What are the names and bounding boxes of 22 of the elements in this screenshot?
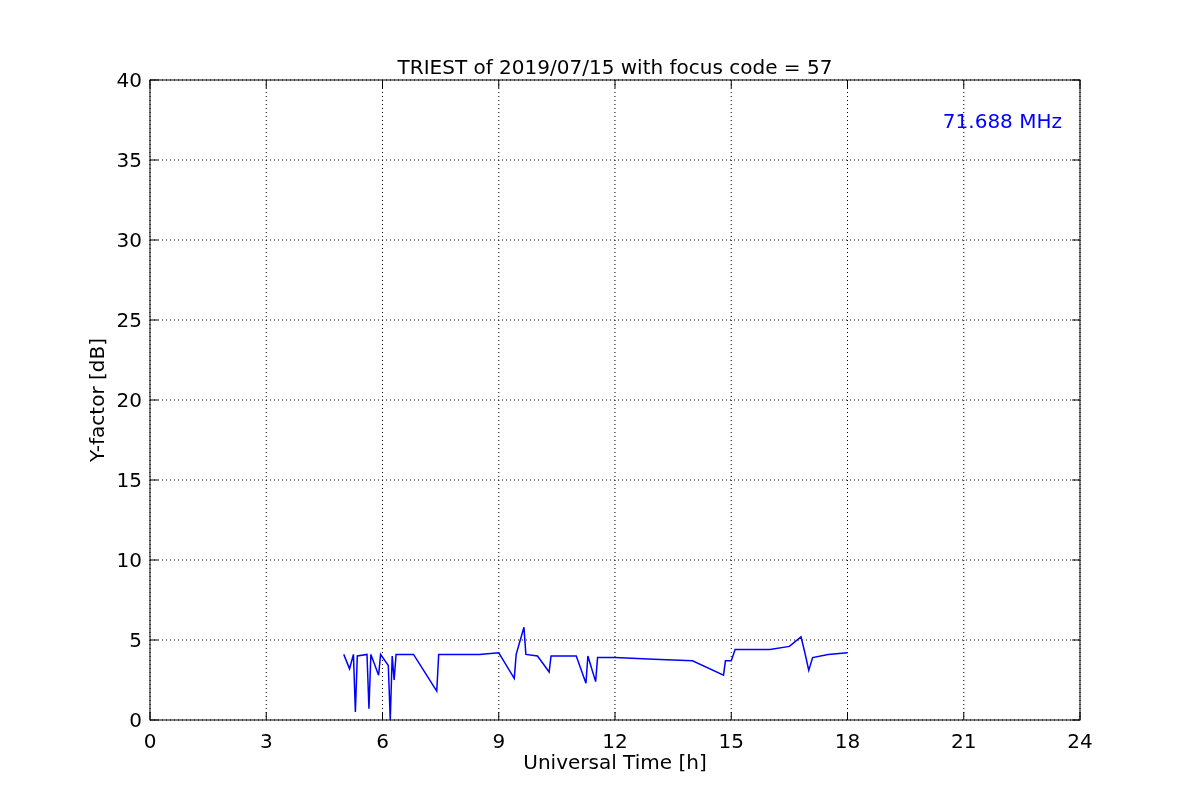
series-label: 71.688 MHz (942, 109, 1062, 133)
chart-title: TRIEST of 2019/07/15 with focus code = 57 (397, 55, 833, 79)
y-tick-label: 40 (116, 68, 142, 92)
x-tick-label: 3 (259, 729, 273, 753)
y-tick-label: 35 (116, 148, 142, 172)
x-tick-label: 12 (602, 729, 628, 753)
x-tick-label: 0 (143, 729, 157, 753)
y-tick-label: 10 (116, 548, 142, 572)
x-tick-label: 9 (492, 729, 506, 753)
x-tick-label: 18 (834, 729, 861, 753)
x-axis-label: Universal Time [h] (523, 750, 707, 774)
y-tick-label: 0 (129, 708, 142, 732)
y-tick-label: 25 (116, 308, 142, 332)
y-tick-label: 15 (116, 468, 142, 492)
y-tick-label: 30 (116, 228, 142, 252)
x-tick-label: 15 (718, 729, 744, 753)
x-tick-label: 21 (951, 729, 977, 753)
y-tick-label: 20 (116, 388, 142, 412)
x-tick-label: 6 (376, 729, 389, 753)
y-tick-label: 5 (129, 628, 142, 652)
y-axis-label: Y-factor [dB] (85, 338, 109, 462)
x-tick-label: 24 (1067, 729, 1093, 753)
